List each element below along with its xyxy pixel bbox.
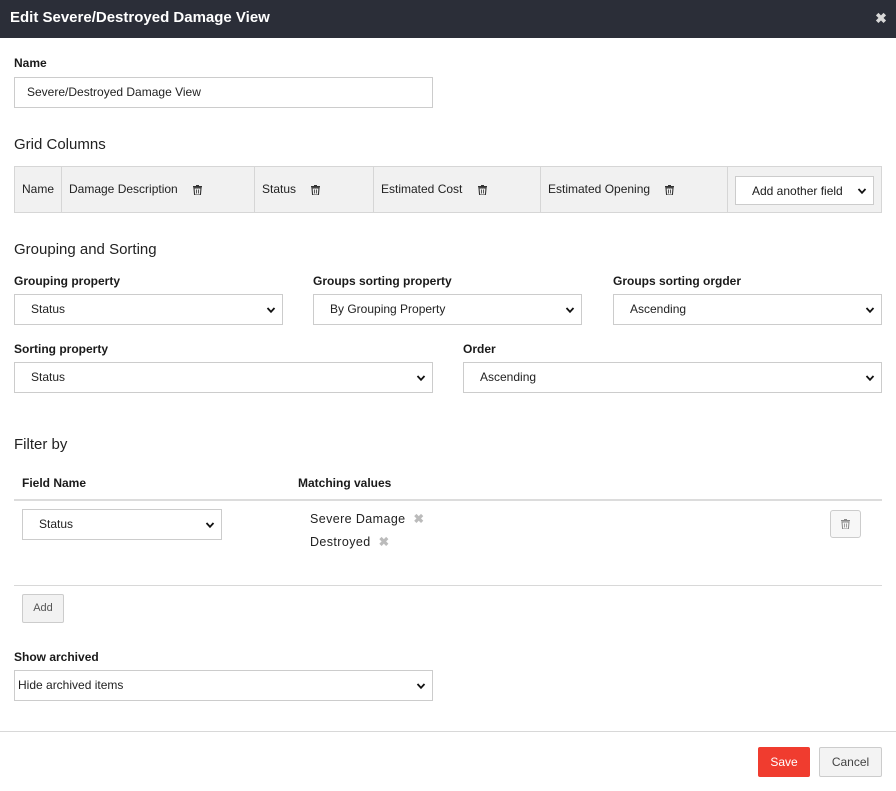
name-input[interactable]: Severe/Destroyed Damage View [14,77,433,108]
name-label: Name [14,56,47,70]
dialog-titlebar: Edit Severe/Destroyed Damage View ✖ [0,0,896,38]
footer-divider [0,731,896,732]
add-field-select[interactable]: Add another field [735,176,874,205]
show-archived-value: Hide archived items [18,678,124,692]
chevron-down-icon [416,375,426,382]
matching-value-tag: Severe Damage ✖ [310,511,424,526]
column-chip-damage-description: Damage Description [62,167,255,212]
add-filter-button[interactable]: Add [22,594,64,623]
grouping-property-value: Status [31,302,66,316]
show-archived-label: Show archived [14,650,99,664]
groups-sorting-order-label: Groups sorting orgder [613,274,742,288]
groups-sorting-order-value: Ascending [630,302,687,316]
column-chip-label: Name [22,182,55,196]
chevron-down-icon [266,307,276,314]
groups-sorting-property-value: By Grouping Property [330,302,446,316]
delete-filter-button[interactable] [830,510,861,538]
remove-value-icon[interactable]: ✖ [414,512,425,526]
grid-columns-bar: Name Damage Description Status Estimated… [14,166,882,213]
trash-icon[interactable] [477,184,487,195]
groups-sorting-property-select[interactable]: By Grouping Property [313,294,582,325]
matching-value-tag: Destroyed ✖ [310,534,389,549]
column-chip-estimated-opening: Estimated Opening [541,167,728,212]
grid-columns-heading: Grid Columns [14,136,106,153]
chevron-down-icon [857,188,867,195]
column-chip-name: Name [15,167,62,212]
filter-table-header: Field Name Matching values [14,466,882,501]
groups-sorting-property-label: Groups sorting property [313,274,452,288]
dialog-title: Edit Severe/Destroyed Damage View [10,9,270,26]
trash-icon[interactable] [311,184,321,195]
groups-sorting-order-select[interactable]: Ascending [613,294,882,325]
matching-value-label: Severe Damage [310,512,406,526]
order-label: Order [463,342,496,356]
save-button[interactable]: Save [758,747,810,777]
grouping-property-select[interactable]: Status [14,294,283,325]
column-chip-label: Status [262,182,297,196]
cancel-button[interactable]: Cancel [819,747,882,777]
order-select[interactable]: Ascending [463,362,882,393]
add-field-label: Add another field [752,184,843,198]
column-chip-label: Damage Description [69,182,178,196]
chevron-down-icon [416,683,426,690]
matching-value-label: Destroyed [310,535,371,549]
filter-field-select[interactable]: Status [22,509,222,540]
show-archived-select[interactable]: Hide archived items [14,670,433,701]
grouping-property-label: Grouping property [14,274,120,288]
column-chip-estimated-cost: Estimated Cost [374,167,541,212]
column-chip-label: Estimated Opening [548,182,651,196]
trash-icon[interactable] [665,184,675,195]
sorting-property-value: Status [31,370,66,384]
filter-heading: Filter by [14,436,68,453]
trash-icon[interactable] [193,184,203,195]
filter-divider [14,585,882,586]
matching-values-column-header: Matching values [298,476,392,490]
close-icon[interactable]: ✖ [872,9,890,27]
chevron-down-icon [565,307,575,314]
column-chip-status: Status [255,167,374,212]
order-value: Ascending [480,370,537,384]
filter-field-value: Status [39,517,74,531]
chevron-down-icon [865,307,875,314]
sorting-property-select[interactable]: Status [14,362,433,393]
trash-icon [841,519,850,529]
field-name-column-header: Field Name [22,476,87,490]
column-chip-label: Estimated Cost [381,182,463,196]
chevron-down-icon [865,375,875,382]
chevron-down-icon [205,522,215,529]
grouping-sorting-heading: Grouping and Sorting [14,241,157,258]
remove-value-icon[interactable]: ✖ [379,535,390,549]
sorting-property-label: Sorting property [14,342,109,356]
